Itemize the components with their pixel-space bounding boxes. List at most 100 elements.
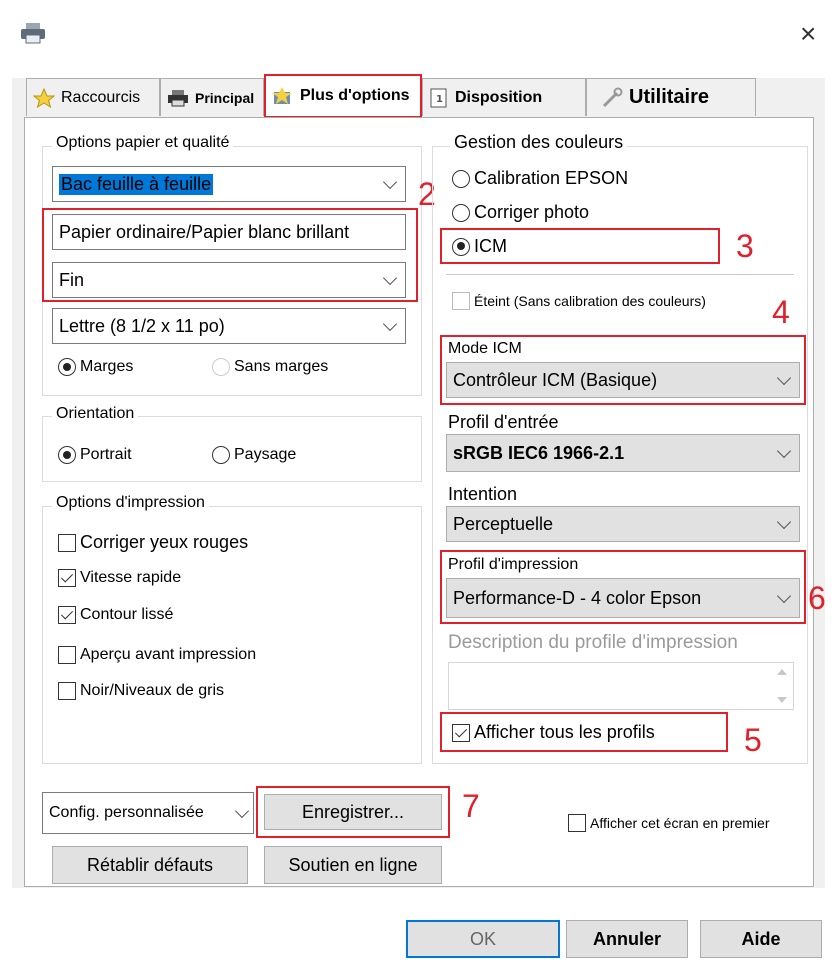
- input-profile-value: sRGB IEC6 1966-2.1: [453, 442, 625, 463]
- portrait-label: Portrait: [80, 446, 132, 463]
- margins-radio[interactable]: Marges: [58, 358, 133, 376]
- online-support-button[interactable]: Soutien en ligne: [264, 846, 442, 884]
- checkbox[interactable]: [58, 682, 76, 700]
- icm-mode-label: Mode ICM: [448, 340, 522, 357]
- star-icon: [33, 87, 55, 108]
- margins-label: Marges: [80, 358, 134, 375]
- custom-config-select[interactable]: Config. personnalisée: [42, 792, 254, 834]
- checkbox[interactable]: [568, 814, 586, 832]
- tab-utilitaire[interactable]: Utilitaire: [586, 78, 756, 116]
- scroll-up-icon[interactable]: [777, 669, 787, 675]
- chevron-down-icon: [382, 174, 398, 190]
- radio-button[interactable]: [212, 358, 230, 376]
- intent-select[interactable]: Perceptuelle: [446, 506, 800, 542]
- checkbox[interactable]: [452, 723, 470, 742]
- paper-source-value: Bac feuille à feuille: [59, 173, 214, 195]
- icm-radio[interactable]: ICM: [452, 236, 507, 257]
- scroll-down-icon[interactable]: [777, 697, 787, 703]
- tab-label: Raccourcis: [61, 88, 141, 106]
- chevron-down-icon: [776, 588, 792, 604]
- close-icon[interactable]: ×: [800, 20, 816, 48]
- profile-description-label: Description du profile d'impression: [448, 632, 738, 653]
- icm-label: ICM: [474, 236, 507, 256]
- reset-defaults-button[interactable]: Rétablir défauts: [52, 846, 248, 884]
- input-profile-select[interactable]: sRGB IEC6 1966-2.1: [446, 434, 800, 472]
- cancel-button[interactable]: Annuler: [566, 920, 688, 958]
- radio-button[interactable]: [452, 169, 470, 188]
- chevron-down-icon: [382, 270, 398, 286]
- page-icon: 1: [430, 88, 447, 107]
- icm-mode-value: Contrôleur ICM (Basique): [453, 369, 658, 390]
- profile-description-box[interactable]: [448, 662, 794, 710]
- photo-correct-label: Corriger photo: [474, 202, 590, 222]
- show-first-checkbox[interactable]: Afficher cet écran en premier: [568, 814, 770, 832]
- divider: [446, 274, 794, 275]
- checkbox[interactable]: [58, 646, 76, 664]
- annotation-5: 5: [744, 722, 762, 758]
- show-all-profiles-checkbox[interactable]: Afficher tous les profils: [452, 722, 655, 743]
- printer-icon: [21, 23, 45, 44]
- help-button[interactable]: Aide: [700, 920, 822, 958]
- print-profile-select[interactable]: Performance-D - 4 color Epson: [446, 578, 800, 618]
- title-bar: ×: [0, 0, 837, 62]
- borderless-label: Sans marges: [234, 358, 329, 375]
- printer-icon: [168, 89, 188, 106]
- print-profile-value: Performance-D - 4 color Epson: [453, 587, 702, 608]
- borderless-radio[interactable]: Sans marges: [212, 358, 328, 376]
- checkbox-smooth[interactable]: Contour lissé: [58, 606, 173, 624]
- tab-label: Disposition: [455, 88, 543, 106]
- paper-size-select[interactable]: Lettre (8 1/2 x 11 po): [52, 308, 406, 344]
- tab-label: Plus d'options: [300, 87, 410, 104]
- checkbox-label: Contour lissé: [80, 606, 174, 623]
- off-checkbox[interactable]: Éteint (Sans calibration des couleurs): [452, 292, 706, 310]
- checkbox-red-eye[interactable]: Corriger yeux rouges: [58, 532, 248, 553]
- tab-plus-options[interactable]: Plus d'options: [264, 74, 422, 118]
- checkbox[interactable]: [58, 569, 76, 587]
- paper-type-select[interactable]: Papier ordinaire/Papier blanc brillant: [52, 214, 406, 250]
- chevron-down-icon[interactable]: [234, 803, 250, 819]
- photo-correct-radio[interactable]: Corriger photo: [452, 202, 589, 223]
- portrait-radio[interactable]: Portrait: [58, 446, 132, 464]
- show-all-profiles-label: Afficher tous les profils: [474, 722, 655, 742]
- epson-calibration-radio[interactable]: Calibration EPSON: [452, 168, 628, 189]
- paper-source-select[interactable]: Bac feuille à feuille: [52, 166, 406, 202]
- off-label: Éteint (Sans calibration des couleurs): [474, 293, 706, 309]
- radio-button[interactable]: [58, 358, 76, 376]
- quality-select[interactable]: Fin: [52, 262, 406, 298]
- show-first-label: Afficher cet écran en premier: [590, 815, 770, 831]
- annotation-3: 3: [736, 228, 754, 264]
- checkbox-preview[interactable]: Aperçu avant impression: [58, 646, 256, 664]
- paper-size-value: Lettre (8 1/2 x 11 po): [59, 315, 225, 336]
- ok-button[interactable]: OK: [406, 920, 560, 958]
- color-management-legend: Gestion des couleurs: [450, 132, 628, 153]
- intent-label: Intention: [448, 484, 518, 504]
- tab-principal[interactable]: Principal: [160, 78, 264, 116]
- checkbox[interactable]: [452, 292, 470, 310]
- tab-raccourcis[interactable]: Raccourcis: [26, 78, 160, 116]
- intent-value: Perceptuelle: [453, 513, 554, 534]
- paper-type-value: Papier ordinaire/Papier blanc brillant: [59, 221, 350, 242]
- checkbox[interactable]: [58, 606, 76, 624]
- checkbox-fast[interactable]: Vitesse rapide: [58, 569, 181, 587]
- annotation-6: 6: [808, 580, 826, 616]
- paint-icon: [272, 87, 292, 104]
- orientation-legend: Orientation: [52, 405, 139, 423]
- radio-button[interactable]: [212, 446, 230, 464]
- tab-disposition[interactable]: 1 Disposition: [422, 78, 586, 116]
- quality-value: Fin: [59, 269, 85, 290]
- radio-button[interactable]: [58, 446, 76, 464]
- save-button[interactable]: Enregistrer...: [264, 794, 442, 830]
- checkbox-label: Aperçu avant impression: [80, 646, 257, 663]
- wrench-icon: [602, 87, 623, 107]
- checkbox-grayscale[interactable]: Noir/Niveaux de gris: [58, 682, 224, 700]
- landscape-label: Paysage: [234, 446, 297, 463]
- svg-text:1: 1: [436, 94, 443, 105]
- chevron-down-icon: [776, 514, 792, 530]
- annotation-7: 7: [462, 788, 480, 824]
- radio-button[interactable]: [452, 237, 470, 256]
- checkbox[interactable]: [58, 533, 76, 552]
- radio-button[interactable]: [452, 203, 470, 222]
- icm-mode-select[interactable]: Contrôleur ICM (Basique): [446, 362, 800, 398]
- input-profile-label: Profil d'entrée: [448, 412, 559, 432]
- landscape-radio[interactable]: Paysage: [212, 446, 296, 464]
